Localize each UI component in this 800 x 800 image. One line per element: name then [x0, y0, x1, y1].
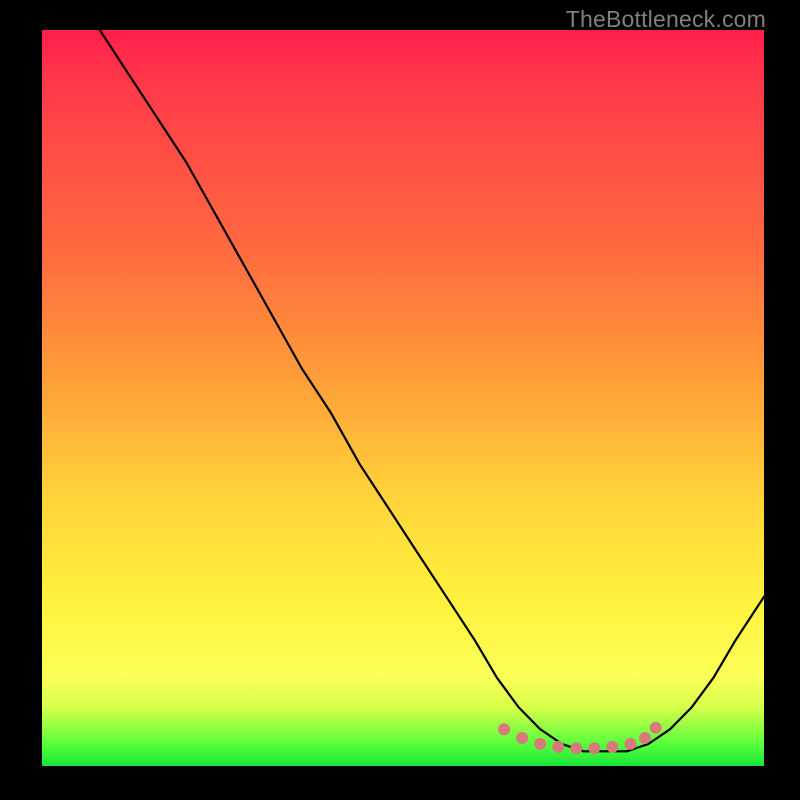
dot [552, 741, 564, 753]
dot [516, 732, 528, 744]
bottleneck-curve [100, 30, 764, 751]
dot [624, 738, 636, 750]
dot [534, 738, 546, 750]
dot-band [498, 722, 662, 755]
watermark-text: TheBottleneck.com [566, 6, 766, 33]
plot-area [42, 30, 764, 766]
dot [570, 742, 582, 754]
dot [606, 741, 618, 753]
dot [588, 742, 600, 754]
dot [498, 723, 510, 735]
dot [650, 722, 662, 734]
curve-layer [42, 30, 764, 766]
dot [639, 732, 651, 744]
chart-frame: TheBottleneck.com [0, 0, 800, 800]
